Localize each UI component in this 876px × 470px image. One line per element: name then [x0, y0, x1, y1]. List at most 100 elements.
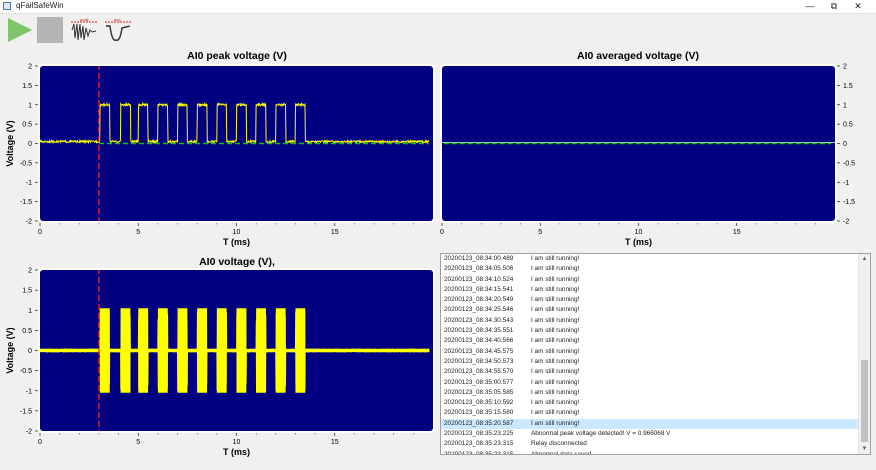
log-message: I am still running!	[531, 357, 580, 365]
log-row[interactable]: 20200123_08:35:23.315 Relay disconnected	[441, 439, 870, 449]
y-tick-label: -2	[26, 219, 32, 226]
log-timestamp: 20200123_08:34:50.573	[444, 357, 514, 365]
log-timestamp: 20200123_08:35:15.580	[444, 409, 514, 417]
y-tick-label: 1.5	[22, 288, 32, 295]
log-row[interactable]: 20200123_08:34:05.506 I am still running!	[441, 264, 870, 274]
log-row[interactable]: 20200123_08:34:30.543 I am still running!	[441, 316, 870, 326]
y-tick-label: -0.5	[20, 368, 32, 375]
log-timestamp: 20200123_08:34:35.551	[444, 327, 514, 335]
log-message: I am still running!	[531, 419, 580, 427]
log-row[interactable]: 20200123_08:35:00.577 I am still running!	[441, 378, 870, 388]
y-axis-label: Voltage (V)	[5, 327, 15, 373]
log-row[interactable]: 20200123_08:34:10.524 I am still running!	[441, 275, 870, 285]
x-tick-label: 0	[38, 229, 42, 236]
log-row[interactable]: 20200123_08:34:35.551 I am still running!	[441, 326, 870, 336]
scroll-down-icon[interactable]: ▼	[859, 444, 870, 454]
scroll-up-icon[interactable]: ▲	[859, 254, 870, 264]
series-group	[442, 141, 835, 145]
log-message: Relay disconnected	[531, 440, 587, 448]
raw-voltage-plot[interactable]: AI0 voltage (V), 0 5 10 15 T (ms) -2 -1.5 -1 -0.5…	[0, 254, 440, 464]
y-tick-label: -1	[26, 388, 32, 395]
burst-bar	[216, 308, 227, 393]
stop-icon	[37, 17, 63, 43]
log-message: I am still running!	[531, 409, 580, 417]
chart-title: AI0 voltage (V),	[199, 256, 275, 268]
log-row[interactable]: 20200123_08:34:00.489 I am still running!	[441, 254, 870, 264]
y-tick-label: 1	[28, 102, 32, 109]
log-scrollbar[interactable]: ▲ ▼	[858, 254, 870, 454]
y-tick-label: 1.5	[22, 83, 32, 90]
log-timestamp: 20200123_08:34:40.566	[444, 337, 514, 345]
log-row[interactable]: 20200123_08:34:25.546 I am still running!	[441, 305, 870, 315]
x-tick-label: 0	[440, 229, 444, 236]
y-axis-label: Voltage (V)	[5, 120, 15, 166]
averaged-voltage-plot[interactable]: AI0 averaged voltage (V) 0 5 10 15 T (ms) -2 -1…	[430, 46, 876, 254]
peak-threshold-button[interactable]: peak	[70, 16, 98, 44]
y-tick-label: 2	[28, 64, 32, 71]
log-row[interactable]: 20200123_08:34:45.575 I am still running!	[441, 347, 870, 357]
burst-bar	[256, 308, 266, 393]
log-timestamp: 20200123_08:34:15.541	[444, 285, 514, 293]
log-timestamp: 20200123_08:34:20.549	[444, 296, 514, 304]
log-row[interactable]: 20200123_08:35:20.587 I am still running!	[441, 418, 870, 430]
burst-bar	[197, 308, 208, 393]
x-tick-label: 15	[331, 439, 339, 446]
chart-title: AI0 averaged voltage (V)	[577, 50, 699, 62]
log-message: I am still running!	[531, 327, 580, 335]
log-message: I am still running!	[531, 296, 580, 304]
x-tick-label: 0	[38, 439, 42, 446]
burst-bar	[295, 308, 306, 393]
x-axis-label: T (ms)	[223, 447, 250, 457]
log-row[interactable]: 20200123_08:35:23.315 Abnormal data saved	[441, 450, 870, 455]
scrollbar-thumb[interactable]	[861, 360, 868, 442]
x-axis-label: T (ms)	[625, 237, 652, 247]
log-row[interactable]: 20200123_08:34:55.570 I am still running!	[441, 367, 870, 377]
y-tick-label: 2	[843, 64, 847, 71]
svg-text:avg: avg	[114, 17, 120, 22]
average-threshold-button[interactable]: avg	[104, 16, 132, 44]
window-title: qFailSafeWin	[16, 1, 64, 10]
burst-bar	[138, 308, 149, 393]
raw-chart-svg: AI0 voltage (V),0 5 10 15T (ms)-2-1.5-1-0.5…	[5, 256, 435, 457]
log-row[interactable]: 20200123_08:34:15.541 I am still running!	[441, 285, 870, 295]
log-timestamp: 20200123_08:34:05.506	[444, 265, 514, 273]
burst-bar	[99, 308, 110, 393]
y-tick-label: -0.5	[843, 160, 855, 167]
log-row[interactable]: 20200123_08:35:10.592 I am still running!	[441, 398, 870, 408]
log-message: I am still running!	[531, 316, 580, 324]
x-axis-label: T (ms)	[223, 237, 250, 247]
log-timestamp: 20200123_08:35:23.315	[444, 440, 514, 448]
log-message: I am still running!	[531, 306, 580, 314]
start-button[interactable]	[5, 16, 33, 44]
y-tick-label: -0.5	[20, 160, 32, 167]
log-timestamp: 20200123_08:34:45.575	[444, 347, 514, 355]
peak-chart-svg: AI0 peak voltage (V)0 5 10 15T (ms)-2-1.5-1…	[5, 50, 435, 247]
log-row[interactable]: 20200123_08:35:05.585 I am still running!	[441, 388, 870, 398]
log-row[interactable]: 20200123_08:35:15.580 I am still running!	[441, 408, 870, 418]
log-message: Abnormal data saved	[531, 450, 592, 455]
y-tick-label: -1	[26, 180, 32, 187]
y-tick-label: 0	[28, 348, 32, 355]
stop-button[interactable]	[36, 16, 64, 44]
peak-voltage-plot[interactable]: AI0 peak voltage (V) 0 5 10 15 T (ms) -2 -1.5 -1…	[0, 46, 440, 254]
log-row[interactable]: 20200123_08:34:50.573 I am still running!	[441, 357, 870, 367]
log-timestamp: 20200123_08:34:10.524	[444, 275, 514, 283]
log-message: I am still running!	[531, 368, 580, 376]
burst-bar	[177, 308, 188, 393]
log-row[interactable]: 20200123_08:34:20.549 I am still running!	[441, 295, 870, 305]
y-tick-label: -2	[843, 219, 849, 226]
log-message: I am still running!	[531, 399, 580, 407]
event-log[interactable]: 20200123_08:34:00.489 I am still running!…	[440, 253, 871, 455]
title-bar: qFailSafeWin — ⧉ ✕	[0, 0, 876, 14]
log-row[interactable]: 20200123_08:34:40.566 I am still running!	[441, 336, 870, 346]
x-tick-label: 5	[136, 439, 140, 446]
y-tick-label: 0	[843, 141, 847, 148]
log-timestamp: 20200123_08:34:55.570	[444, 368, 514, 376]
close-button[interactable]: ✕	[838, 0, 876, 13]
log-message: I am still running!	[531, 265, 580, 273]
log-message: Abnormal peak voltage detected! V = 0.96…	[531, 430, 671, 438]
toolbar: peak avg	[0, 14, 876, 46]
log-row[interactable]: 20200123_08:35:23.225 Abnormal peak volta…	[441, 429, 870, 439]
log-message: I am still running!	[531, 275, 580, 283]
x-tick-label: 5	[538, 229, 542, 236]
